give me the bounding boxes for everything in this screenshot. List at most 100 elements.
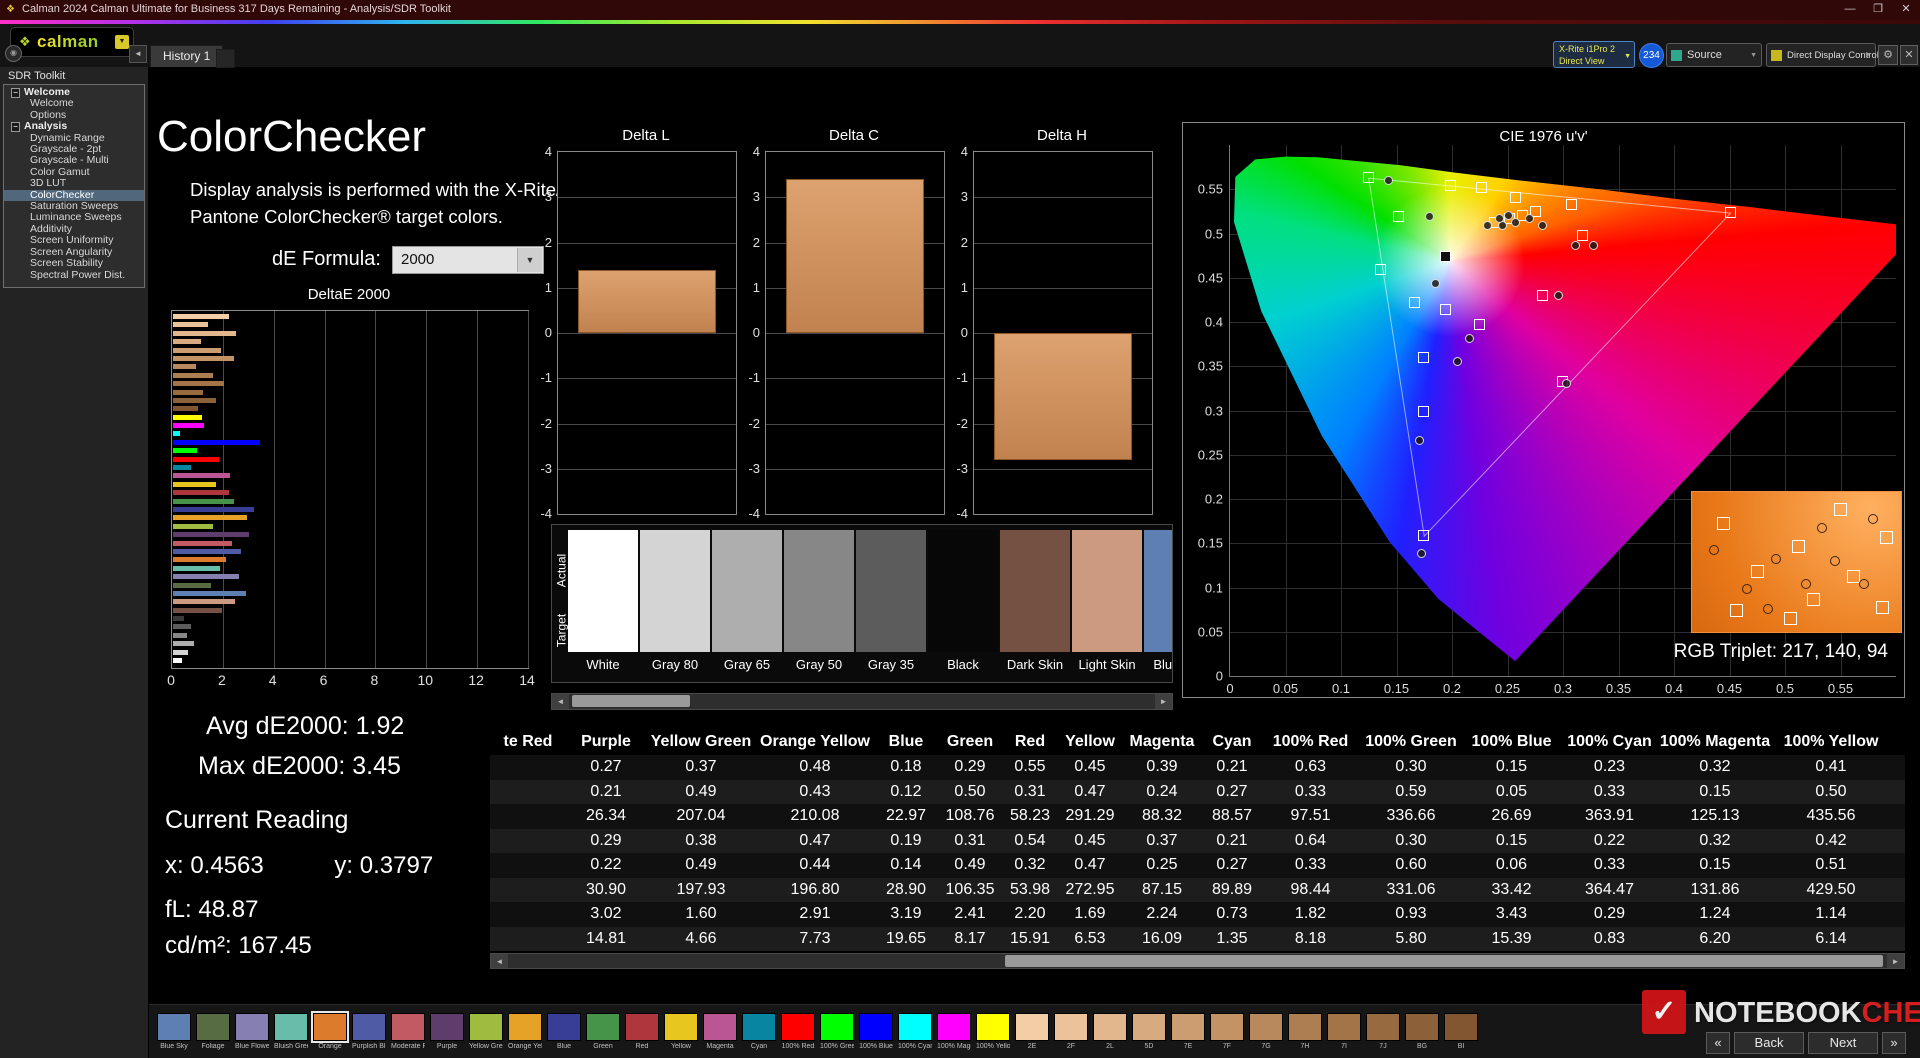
sequence-patch-purple[interactable]: Purple bbox=[430, 1013, 464, 1050]
first-page-button[interactable]: « bbox=[1706, 1032, 1730, 1054]
sequence-patch-swatch[interactable] bbox=[157, 1013, 191, 1041]
tab-history-1[interactable]: History 1 bbox=[150, 45, 224, 67]
sequence-patch-swatch[interactable] bbox=[625, 1013, 659, 1041]
tab-stub[interactable] bbox=[216, 49, 235, 68]
sequence-patch-swatch[interactable] bbox=[820, 1013, 854, 1041]
sequence-patch-bg[interactable]: BG bbox=[1405, 1013, 1439, 1050]
sequence-patch-swatch[interactable] bbox=[352, 1013, 386, 1041]
sequence-patch-2f[interactable]: 2F bbox=[1054, 1013, 1088, 1050]
sequence-patch-swatch[interactable] bbox=[430, 1013, 464, 1041]
table-scrollbar[interactable]: ◄ ► bbox=[490, 953, 1905, 969]
table-scroll-right-icon[interactable]: ► bbox=[1887, 954, 1904, 968]
sequence-patch-100-blue[interactable]: 100% Blue bbox=[859, 1013, 893, 1050]
patch-scrollbar-thumb[interactable] bbox=[572, 695, 690, 707]
table-scrollbar-thumb[interactable] bbox=[1005, 955, 1883, 967]
meter-count-badge[interactable]: 234 bbox=[1639, 43, 1664, 68]
sequence-patch-blue[interactable]: Blue bbox=[547, 1013, 581, 1050]
sequence-patch-swatch[interactable] bbox=[1132, 1013, 1166, 1041]
sidebar-item-3d-lut[interactable]: 3D LUT bbox=[4, 177, 144, 189]
sequence-patch-orange[interactable]: Orange bbox=[311, 1011, 349, 1050]
sequence-patch-swatch[interactable] bbox=[1093, 1013, 1127, 1041]
sequence-patch-100-red[interactable]: 100% Red bbox=[781, 1013, 815, 1050]
sequence-patch-orange-yellow[interactable]: Orange Yellow bbox=[508, 1013, 542, 1050]
sequence-patch-swatch[interactable] bbox=[508, 1013, 542, 1041]
sequence-patch-yellow-green[interactable]: Yellow Green bbox=[469, 1013, 503, 1050]
sequence-patch-blue-flower[interactable]: Blue Flower bbox=[235, 1013, 269, 1050]
sequence-patch-swatch[interactable] bbox=[859, 1013, 893, 1041]
sequence-patch-bluish-green[interactable]: Bluish Green bbox=[274, 1013, 308, 1050]
calman-menu-button[interactable]: ❖ calman ▼ bbox=[10, 27, 134, 57]
display-control-dropdown[interactable]: Direct Display Control ▼ bbox=[1766, 43, 1879, 67]
sidebar-item-spectral-power-dist-[interactable]: Spectral Power Dist. bbox=[4, 269, 144, 281]
sequence-patch-swatch[interactable] bbox=[1444, 1013, 1478, 1041]
patch-scrollbar[interactable]: ◄ ► bbox=[551, 693, 1173, 710]
sequence-patch-cyan[interactable]: Cyan bbox=[742, 1013, 776, 1050]
sidebar-item-luminance-sweeps[interactable]: Luminance Sweeps bbox=[4, 212, 144, 224]
sequence-patch-swatch[interactable] bbox=[1054, 1013, 1088, 1041]
sequence-patch-moderate-red[interactable]: Moderate Red bbox=[391, 1013, 425, 1050]
sidebar-item-analysis[interactable]: Analysis bbox=[4, 120, 144, 132]
sequence-patch-100-yellow[interactable]: 100% Yellow bbox=[976, 1013, 1010, 1050]
settings-gear-button[interactable]: ⚙ bbox=[1878, 45, 1898, 65]
sidebar-item-welcome[interactable]: Welcome bbox=[4, 97, 144, 109]
scroll-left-icon[interactable]: ◄ bbox=[552, 694, 569, 709]
sequence-patch-7j[interactable]: 7J bbox=[1366, 1013, 1400, 1050]
sequence-patch-7i[interactable]: 7I bbox=[1327, 1013, 1361, 1050]
sequence-patch-swatch[interactable] bbox=[235, 1013, 269, 1041]
sidebar-item-screen-uniformity[interactable]: Screen Uniformity bbox=[4, 234, 144, 246]
de-formula-dropdown[interactable]: 2000 ▼ bbox=[392, 246, 544, 274]
sequence-patch-foliage[interactable]: Foliage bbox=[196, 1013, 230, 1050]
sequence-patch-red[interactable]: Red bbox=[625, 1013, 659, 1050]
close-panel-button[interactable]: ✕ bbox=[1900, 45, 1918, 65]
sequence-patch-5d[interactable]: 5D bbox=[1132, 1013, 1166, 1050]
sequence-patch-swatch[interactable] bbox=[547, 1013, 581, 1041]
sequence-patch-7g[interactable]: 7G bbox=[1249, 1013, 1283, 1050]
sequence-patch-green[interactable]: Green bbox=[586, 1013, 620, 1050]
sequence-patch-swatch[interactable] bbox=[274, 1013, 308, 1041]
next-button[interactable]: Next bbox=[1808, 1032, 1878, 1054]
sequence-patch-100-green[interactable]: 100% Green bbox=[820, 1013, 854, 1050]
sequence-patch-100-cyan[interactable]: 100% Cyan bbox=[898, 1013, 932, 1050]
sequence-patch-swatch[interactable] bbox=[742, 1013, 776, 1041]
sequence-patch-purplish-blue[interactable]: Purplish Blue bbox=[352, 1013, 386, 1050]
sequence-patch-swatch[interactable] bbox=[1366, 1013, 1400, 1041]
sequence-patch-bi[interactable]: BI bbox=[1444, 1013, 1478, 1050]
sidebar-item-welcome[interactable]: Welcome bbox=[4, 86, 144, 98]
sequence-patch-swatch[interactable] bbox=[937, 1013, 971, 1041]
workflow-menu-icon[interactable]: ◉ bbox=[5, 45, 22, 62]
sequence-patch-swatch[interactable] bbox=[196, 1013, 230, 1041]
sequence-patch-yellow[interactable]: Yellow bbox=[664, 1013, 698, 1050]
sequence-patch-swatch[interactable] bbox=[311, 1011, 349, 1043]
maximize-button[interactable]: ❐ bbox=[1864, 0, 1892, 20]
sequence-patch-100-magenta[interactable]: 100% Magenta bbox=[937, 1013, 971, 1050]
sequence-patch-swatch[interactable] bbox=[1327, 1013, 1361, 1041]
sequence-patch-7f[interactable]: 7F bbox=[1210, 1013, 1244, 1050]
last-page-button[interactable]: » bbox=[1882, 1032, 1906, 1054]
sequence-patch-swatch[interactable] bbox=[976, 1013, 1010, 1041]
sequence-patch-swatch[interactable] bbox=[391, 1013, 425, 1041]
sequence-patch-blue-sky[interactable]: Blue Sky bbox=[157, 1013, 191, 1050]
sequence-patch-7e[interactable]: 7E bbox=[1171, 1013, 1205, 1050]
minimize-button[interactable]: — bbox=[1836, 0, 1864, 20]
sequence-patch-swatch[interactable] bbox=[1210, 1013, 1244, 1041]
source-dropdown[interactable]: Source ▼ bbox=[1666, 43, 1762, 67]
close-window-button[interactable]: ✕ bbox=[1892, 0, 1920, 20]
sequence-patch-swatch[interactable] bbox=[469, 1013, 503, 1041]
sequence-patch-2l[interactable]: 2L bbox=[1093, 1013, 1127, 1050]
sidebar-item-screen-stability[interactable]: Screen Stability bbox=[4, 257, 144, 269]
back-button[interactable]: Back bbox=[1734, 1032, 1804, 1054]
calman-dropdown-icon[interactable]: ▼ bbox=[115, 35, 129, 49]
sequence-patch-swatch[interactable] bbox=[1288, 1013, 1322, 1041]
sequence-patch-swatch[interactable] bbox=[1405, 1013, 1439, 1041]
sidebar-item-color-gamut[interactable]: Color Gamut bbox=[4, 166, 144, 178]
sequence-patch-swatch[interactable] bbox=[586, 1013, 620, 1041]
sequence-patch-swatch[interactable] bbox=[1249, 1013, 1283, 1041]
meter-device-button[interactable]: X-Rite i1Pro 2 Direct View ▼ bbox=[1553, 41, 1635, 68]
sequence-patch-swatch[interactable] bbox=[898, 1013, 932, 1041]
sequence-patch-7h[interactable]: 7H bbox=[1288, 1013, 1322, 1050]
sequence-patch-swatch[interactable] bbox=[703, 1013, 737, 1041]
sequence-patch-swatch[interactable] bbox=[1171, 1013, 1205, 1041]
sequence-patch-swatch[interactable] bbox=[781, 1013, 815, 1041]
table-scroll-left-icon[interactable]: ◄ bbox=[491, 954, 508, 968]
sidebar-collapse-button[interactable]: ◄ bbox=[129, 45, 147, 63]
